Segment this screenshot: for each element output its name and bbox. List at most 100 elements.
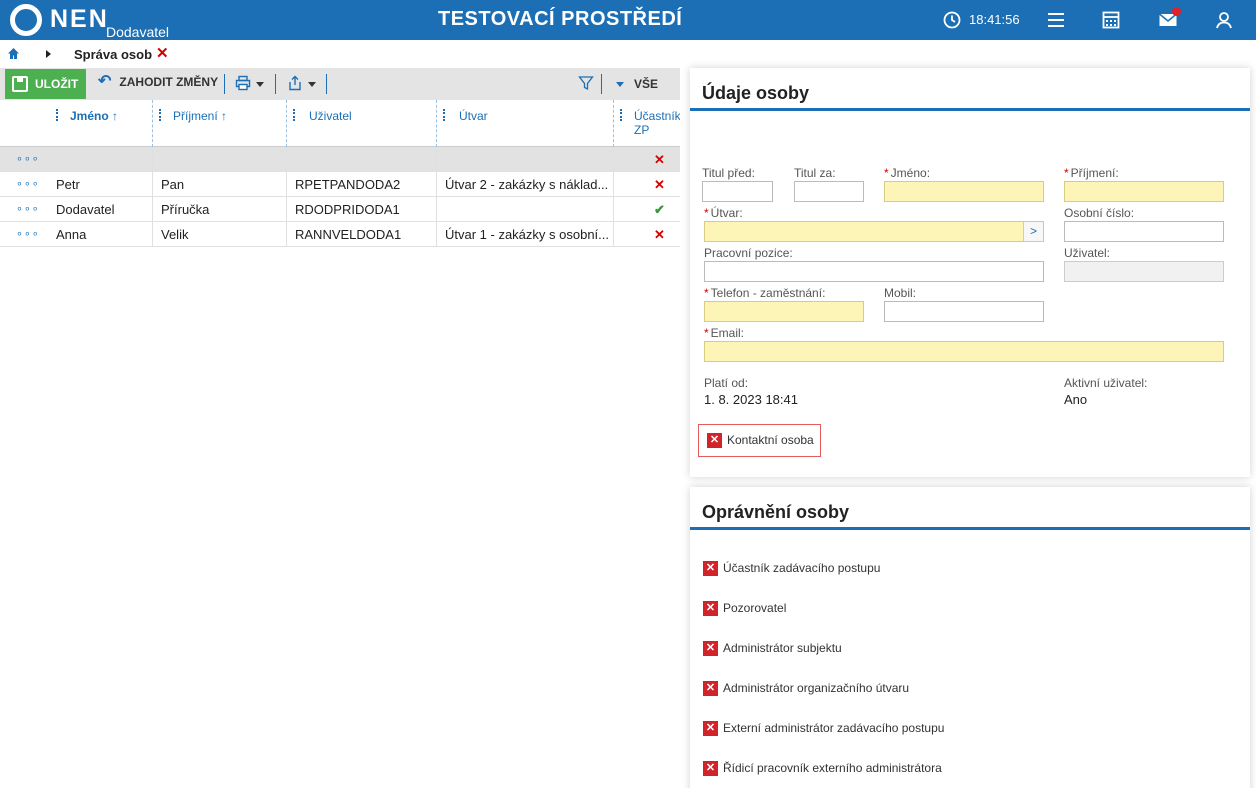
cell-uzivatel: RDODPRIDODA1 bbox=[286, 197, 436, 222]
cell-jmeno bbox=[50, 147, 152, 172]
permission-item[interactable]: ✕ Účastník zadávacího postupu bbox=[703, 561, 880, 577]
osobni-cislo-label: Osobní číslo: bbox=[1064, 206, 1135, 220]
titul-pred-field[interactable] bbox=[702, 181, 773, 202]
nen-logo-icon[interactable] bbox=[10, 4, 42, 36]
permission-label: Pozorovatel bbox=[723, 601, 787, 615]
logo-text[interactable]: NEN bbox=[50, 5, 109, 34]
column-menu-icon[interactable] bbox=[159, 109, 161, 121]
cell-utvar bbox=[436, 147, 613, 172]
discard-changes-button[interactable]: ↶ ZAHODIT ZMĚNY bbox=[98, 74, 219, 90]
table-row[interactable]: ∘∘∘ Anna Velik RANNVELDODA1 Útvar 1 - za… bbox=[0, 222, 680, 247]
chevron-down-icon bbox=[616, 82, 624, 88]
menu-icon[interactable] bbox=[1046, 10, 1066, 30]
table-row[interactable]: ∘∘∘ Petr Pan RPETPANDODA2 Útvar 2 - zaká… bbox=[0, 172, 680, 197]
toolbar-divider bbox=[326, 74, 327, 94]
utvar-label: * Útvar: bbox=[704, 206, 743, 220]
save-label: ULOŽIT bbox=[35, 77, 79, 91]
titul-za-field[interactable] bbox=[794, 181, 864, 202]
jmeno-label-text: Jméno: bbox=[890, 166, 931, 180]
column-menu-icon[interactable] bbox=[443, 109, 445, 121]
permission-label: Řídicí pracovník externího administrátor… bbox=[723, 761, 942, 775]
export-dropdown-icon[interactable] bbox=[308, 82, 316, 87]
osobni-cislo-field[interactable] bbox=[1064, 221, 1224, 242]
column-menu-icon[interactable] bbox=[56, 109, 58, 121]
row-menu-icon[interactable]: ∘∘∘ bbox=[0, 197, 50, 222]
filter-scope-label: VŠE bbox=[634, 77, 659, 91]
cell-jmeno: Anna bbox=[56, 227, 87, 242]
pracovni-pozice-field[interactable] bbox=[704, 261, 1044, 282]
column-menu-icon[interactable] bbox=[620, 109, 622, 121]
breadcrumb-current[interactable]: Správa osob bbox=[74, 47, 152, 62]
permission-item[interactable]: ✕ Řídicí pracovník externího administráto… bbox=[703, 761, 942, 777]
column-header-label: Uživatel bbox=[309, 109, 352, 123]
clock-icon bbox=[943, 11, 961, 29]
titul-za-label: Titul za: bbox=[794, 166, 836, 180]
filter-scope-dropdown[interactable]: VŠE bbox=[616, 77, 658, 91]
cell-prijmeni: Příručka bbox=[152, 197, 286, 222]
persons-table: Jméno ↑ Příjmení ↑ Uživatel Útvar Účastn… bbox=[0, 100, 680, 247]
plati-od-value: 1. 8. 2023 18:41 bbox=[704, 392, 798, 407]
kontaktni-osoba-checkbox[interactable]: ✕ Kontaktní osoba bbox=[698, 424, 821, 457]
column-header-label: Jméno ↑ bbox=[70, 109, 119, 123]
row-menu-icon[interactable]: ∘∘∘ bbox=[0, 172, 50, 197]
print-dropdown-icon[interactable] bbox=[256, 82, 264, 87]
toolbar-divider bbox=[275, 74, 276, 94]
unchecked-x-icon: ✕ bbox=[703, 721, 718, 737]
table-header: Jméno ↑ Příjmení ↑ Uživatel Útvar Účastn… bbox=[0, 100, 680, 147]
cell-utvar: Útvar 2 - zakázky s náklad... bbox=[436, 172, 613, 197]
table-row[interactable]: ∘∘∘ ✕ bbox=[0, 147, 680, 172]
row-menu-icon[interactable]: ∘∘∘ bbox=[0, 222, 50, 247]
permission-label: Administrátor subjektu bbox=[723, 641, 842, 655]
utvar-field[interactable]: > bbox=[704, 221, 1044, 242]
close-tab-icon[interactable]: ✕ bbox=[156, 44, 169, 62]
column-header-jmeno[interactable]: Jméno ↑ bbox=[50, 100, 152, 147]
unchecked-x-icon: ✕ bbox=[703, 761, 718, 777]
toolbar-divider bbox=[601, 74, 602, 94]
cell-prijmeni bbox=[152, 147, 286, 172]
save-button[interactable]: ULOŽIT bbox=[5, 69, 86, 99]
row-menu-icon[interactable]: ∘∘∘ bbox=[0, 147, 50, 172]
filter-icon[interactable] bbox=[578, 75, 594, 91]
column-header-utvar[interactable]: Útvar bbox=[436, 100, 613, 147]
user-icon[interactable] bbox=[1214, 10, 1234, 30]
permission-item[interactable]: ✕ Administrátor subjektu bbox=[703, 641, 842, 657]
jmeno-field[interactable] bbox=[884, 181, 1044, 202]
permission-item[interactable]: ✕ Pozorovatel bbox=[703, 601, 787, 617]
email-label: * Email: bbox=[704, 326, 744, 340]
permission-item[interactable]: ✕ Administrátor organizačního útvaru bbox=[703, 681, 910, 697]
chevron-right-icon bbox=[46, 50, 51, 58]
permission-label: Administrátor organizačního útvaru bbox=[723, 681, 910, 695]
required-marker: * bbox=[884, 166, 889, 180]
cell-uzivatel: RANNVELDODA1 bbox=[286, 222, 436, 247]
home-icon[interactable] bbox=[7, 47, 20, 60]
telefon-field[interactable] bbox=[704, 301, 864, 322]
column-header-label: Útvar bbox=[459, 109, 488, 123]
column-header-ucastnik-zp[interactable]: Účastník ZP bbox=[613, 100, 680, 147]
column-menu-icon[interactable] bbox=[293, 109, 295, 121]
column-header-prijmeni[interactable]: Příjmení ↑ bbox=[152, 100, 286, 147]
unchecked-x-icon: ✕ bbox=[703, 601, 718, 617]
panel-title: Údaje osoby bbox=[702, 83, 810, 103]
cell-ucastnik-zp-yes-icon: ✔ bbox=[613, 197, 680, 222]
prijmeni-label-text: Příjmení: bbox=[1070, 166, 1119, 180]
utvar-label-text: Útvar: bbox=[710, 206, 743, 220]
column-header-label: Příjmení ↑ bbox=[173, 109, 228, 123]
export-icon[interactable] bbox=[287, 75, 303, 91]
jmeno-label: * Jméno: bbox=[884, 166, 930, 180]
cell-utvar bbox=[436, 197, 613, 222]
breadcrumb: Správa osob ✕ bbox=[0, 40, 680, 68]
calculator-icon[interactable] bbox=[1101, 10, 1121, 30]
cell-ucastnik-zp-no-icon: ✕ bbox=[613, 222, 680, 247]
column-header-uzivatel[interactable]: Uživatel bbox=[286, 100, 436, 147]
prijmeni-field[interactable] bbox=[1064, 181, 1224, 202]
permission-item[interactable]: ✕ Externí administrátor zadávacího postup… bbox=[703, 721, 944, 737]
discard-label: ZAHODIT ZMĚNY bbox=[119, 75, 219, 89]
cell-utvar: Útvar 1 - zakázky s osobní... bbox=[436, 222, 613, 247]
email-field[interactable] bbox=[704, 341, 1224, 362]
titul-pred-label: Titul před: bbox=[702, 166, 755, 180]
utvar-picker-button[interactable]: > bbox=[1023, 222, 1043, 241]
cell-prijmeni: Velik bbox=[152, 222, 286, 247]
table-row[interactable]: ∘∘∘ Dodavatel Příručka RDODPRIDODA1 ✔ bbox=[0, 197, 680, 222]
print-icon[interactable] bbox=[235, 75, 251, 91]
mobil-field[interactable] bbox=[884, 301, 1044, 322]
